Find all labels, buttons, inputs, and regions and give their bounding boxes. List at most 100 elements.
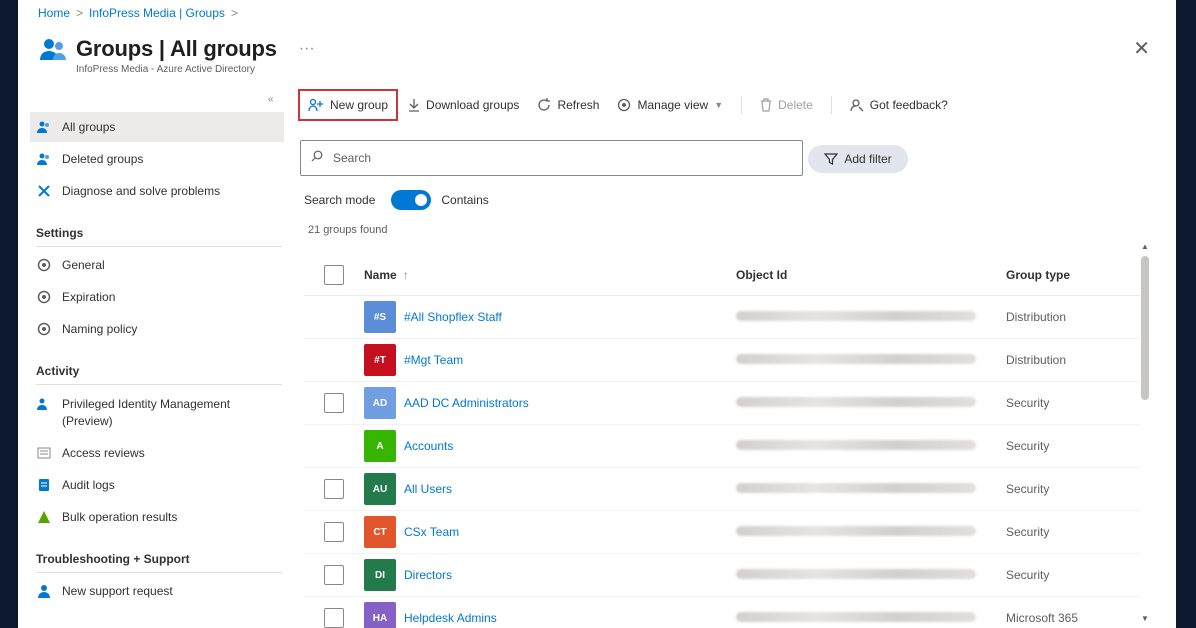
- row-checkbox[interactable]: [324, 522, 344, 542]
- sidebar-item-label: Access reviews: [62, 445, 145, 460]
- scroll-thumb[interactable]: [1141, 256, 1149, 400]
- search-mode-toggle[interactable]: [391, 190, 432, 210]
- breadcrumb-home[interactable]: Home: [38, 6, 70, 20]
- scroll-up-icon[interactable]: ▲: [1141, 242, 1149, 251]
- feedback-icon: [850, 98, 864, 112]
- group-name-link[interactable]: Accounts: [404, 439, 453, 453]
- sidebar-item-access-reviews[interactable]: Access reviews: [30, 438, 284, 468]
- column-header-object-id[interactable]: Object Id: [736, 268, 1006, 282]
- group-avatar: A: [364, 430, 396, 462]
- sidebar-item-naming-policy[interactable]: Naming policy: [30, 314, 284, 344]
- row-checkbox[interactable]: [324, 393, 344, 413]
- bulk-icon: [36, 509, 52, 525]
- refresh-button[interactable]: Refresh: [537, 89, 599, 121]
- group-type: Security: [1006, 568, 1050, 582]
- column-header-group-type[interactable]: Group type: [1006, 268, 1136, 282]
- table-row[interactable]: HA Helpdesk Admins Microsoft 365: [304, 597, 1140, 628]
- table-body: #S #All Shopflex Staff Distribution #T #Mgt …: [304, 296, 1140, 628]
- group-name-link[interactable]: #All Shopflex Staff: [404, 310, 502, 324]
- object-id-redacted: [736, 483, 976, 493]
- refresh-icon: [537, 98, 551, 112]
- sidebar-item-audit-logs[interactable]: Audit logs: [30, 470, 284, 500]
- sidebar-item-label: Expiration: [62, 289, 116, 304]
- refresh-label: Refresh: [557, 98, 600, 112]
- results-count: 21 groups found: [308, 224, 388, 236]
- sidebar-item-label: General: [62, 257, 105, 272]
- add-filter-button[interactable]: Add filter: [808, 145, 908, 173]
- trash-icon: [760, 98, 772, 112]
- group-name-link[interactable]: Helpdesk Admins: [404, 611, 497, 625]
- delete-button[interactable]: Delete: [760, 89, 813, 121]
- sidebar-item-label: Audit logs: [62, 477, 115, 492]
- scroll-down-icon[interactable]: ▼: [1141, 614, 1149, 623]
- groups-icon: [40, 39, 66, 60]
- group-name-link[interactable]: Directors: [404, 568, 452, 582]
- group-name-link[interactable]: #Mgt Team: [404, 353, 463, 367]
- sidebar-item-bulk-operations[interactable]: Bulk operation results: [30, 502, 284, 532]
- group-name-link[interactable]: AAD DC Administrators: [404, 396, 529, 410]
- sidebar-item-label: Privileged Identity Management (Preview): [62, 397, 231, 428]
- sidebar-item-general[interactable]: General: [30, 250, 284, 280]
- table-row[interactable]: DI Directors Security: [304, 554, 1140, 597]
- table-row[interactable]: #S #All Shopflex Staff Distribution: [304, 296, 1140, 339]
- table-row[interactable]: AU All Users Security: [304, 468, 1140, 511]
- sidebar-item-all-groups[interactable]: All groups: [30, 112, 284, 142]
- gear-icon: [36, 257, 52, 273]
- table-scrollbar[interactable]: ▲ ▼: [1138, 240, 1152, 628]
- add-group-icon: [308, 98, 324, 112]
- person-icon: [36, 583, 52, 599]
- group-name-link[interactable]: All Users: [404, 482, 452, 496]
- manage-view-button[interactable]: Manage view ▼: [617, 89, 723, 121]
- group-avatar: #T: [364, 344, 396, 376]
- column-header-label: Name: [364, 267, 397, 282]
- group-avatar: DI: [364, 559, 396, 591]
- select-all-checkbox[interactable]: [324, 264, 344, 285]
- breadcrumb-tenant[interactable]: InfoPress Media | Groups: [89, 6, 225, 20]
- row-checkbox[interactable]: [324, 479, 344, 499]
- groups-table: Name ↑ Object Id Group type #S #All Shopf…: [304, 254, 1140, 628]
- search-mode-label: Search mode: [304, 193, 376, 207]
- table-row[interactable]: AD AAD DC Administrators Security: [304, 382, 1140, 425]
- delete-label: Delete: [778, 98, 813, 112]
- add-filter-label: Add filter: [844, 152, 892, 166]
- object-id-redacted: [736, 354, 976, 364]
- table-row[interactable]: A Accounts Security: [304, 425, 1140, 468]
- section-activity: Activity: [36, 364, 282, 385]
- group-avatar: AU: [364, 473, 396, 505]
- sidebar-item-expiration[interactable]: Expiration: [30, 282, 284, 312]
- search-mode-row: Search mode Contains: [304, 190, 489, 210]
- more-options-button[interactable]: ···: [299, 40, 315, 58]
- new-group-button[interactable]: New group: [298, 89, 399, 121]
- search-icon: [311, 149, 323, 167]
- sidebar-item-label: Bulk operation results: [62, 509, 178, 524]
- row-checkbox[interactable]: [324, 608, 344, 628]
- sidebar-item-pim[interactable]: Privileged Identity Management (Preview): [30, 392, 284, 432]
- gear-icon: [36, 321, 52, 337]
- group-type: Security: [1006, 525, 1050, 539]
- collapse-sidebar-button[interactable]: «: [268, 94, 274, 105]
- group-name-link[interactable]: CSx Team: [404, 525, 459, 539]
- groups-icon: [36, 151, 52, 167]
- search-input[interactable]: [333, 151, 773, 165]
- download-groups-label: Download groups: [426, 98, 520, 112]
- close-button[interactable]: ✕: [1133, 36, 1150, 61]
- toolbar-divider: [741, 96, 743, 114]
- column-header-name[interactable]: Name ↑: [364, 268, 736, 282]
- sidebar-item-new-support-request[interactable]: New support request: [30, 576, 284, 606]
- table-row[interactable]: CT CSx Team Security: [304, 511, 1140, 554]
- object-id-redacted: [736, 612, 976, 622]
- sidebar-item-diagnose[interactable]: Diagnose and solve problems: [30, 176, 284, 206]
- sidebar-item-deleted-groups[interactable]: Deleted groups: [30, 144, 284, 174]
- title-row: Groups | All groups ···: [38, 34, 315, 64]
- group-avatar: CT: [364, 516, 396, 548]
- table-row[interactable]: #T #Mgt Team Distribution: [304, 339, 1140, 382]
- feedback-button[interactable]: Got feedback?: [850, 89, 948, 121]
- filter-icon: [824, 153, 839, 165]
- download-icon: [408, 98, 420, 112]
- download-groups-button[interactable]: Download groups: [408, 89, 519, 121]
- row-checkbox[interactable]: [324, 565, 344, 585]
- groups-icon: [36, 119, 52, 135]
- new-group-label: New group: [330, 98, 389, 112]
- group-avatar: AD: [364, 387, 396, 419]
- feedback-label: Got feedback?: [869, 98, 948, 112]
